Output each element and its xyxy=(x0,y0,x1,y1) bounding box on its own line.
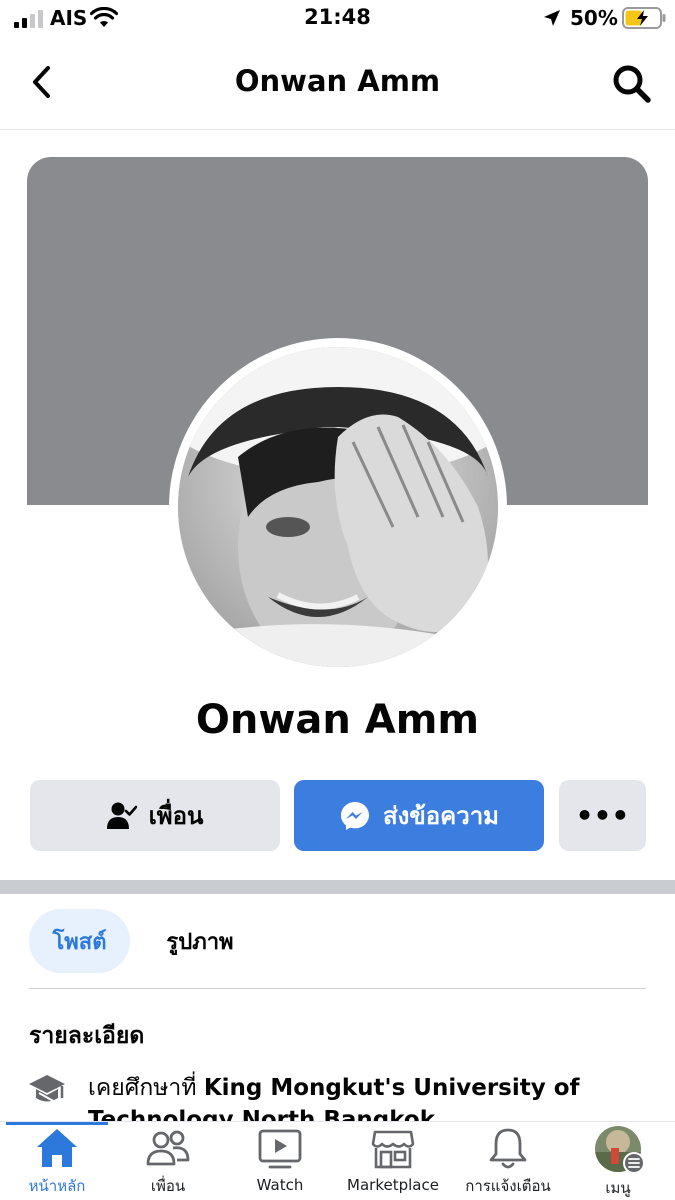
menu-hamburger-icon xyxy=(623,1152,645,1174)
bottom-tab-home-label: หน้าหลัก xyxy=(28,1177,86,1195)
bottom-tab-menu[interactable]: เมนู xyxy=(585,1126,651,1198)
messenger-icon xyxy=(340,801,369,830)
tab-divider xyxy=(29,988,646,989)
more-options-button[interactable]: ••• xyxy=(559,780,646,851)
friends-button-label: เพื่อน xyxy=(148,802,204,830)
bottom-tab-friends-label: เพื่อน xyxy=(150,1177,186,1195)
battery-charging-icon xyxy=(622,7,666,29)
education-prefix: เคยศึกษาที่ xyxy=(88,1075,204,1101)
bottom-tab-bar: หน้าหลัก เพื่อน Watch Marketplace การแจ้… xyxy=(0,1121,675,1200)
tab-posts[interactable]: โพสต์ xyxy=(29,909,130,973)
active-tab-indicator xyxy=(6,1122,108,1125)
bottom-tab-notifications-label: การแจ้งเตือน xyxy=(465,1177,551,1195)
message-button-label: ส่งข้อความ xyxy=(382,802,499,830)
friend-check-icon xyxy=(106,802,137,829)
profile-photo-image xyxy=(178,347,498,667)
bottom-tab-watch-label: Watch xyxy=(256,1176,304,1194)
battery-percent: 50% xyxy=(570,6,618,30)
watch-icon xyxy=(258,1129,302,1169)
tab-photos[interactable]: รูปภาพ xyxy=(140,909,260,973)
bottom-tab-notifications[interactable]: การแจ้งเตือน xyxy=(458,1126,558,1198)
profile-name: Onwan Amm xyxy=(195,697,480,743)
friends-button[interactable]: เพื่อน xyxy=(30,780,280,851)
graduation-cap-icon xyxy=(29,1075,65,1103)
page-title: Onwan Amm xyxy=(234,64,441,98)
bottom-tab-watch[interactable]: Watch xyxy=(240,1126,320,1198)
menu-avatar-icon xyxy=(595,1126,645,1174)
more-dots-icon: ••• xyxy=(575,799,630,832)
friends-icon xyxy=(146,1130,190,1166)
status-bar: AIS 21:48 50% xyxy=(0,0,675,40)
bell-icon xyxy=(489,1128,527,1169)
search-button[interactable] xyxy=(608,62,656,106)
details-heading: รายละเอียด xyxy=(29,1023,145,1049)
profile-picture[interactable] xyxy=(178,347,498,667)
bottom-tab-home[interactable]: หน้าหลัก xyxy=(18,1126,96,1198)
bottom-tab-marketplace-label: Marketplace xyxy=(347,1176,439,1194)
section-divider xyxy=(0,880,675,894)
bottom-tab-menu-label: เมนู xyxy=(605,1179,631,1197)
nav-header: Onwan Amm xyxy=(0,40,675,130)
bottom-tab-marketplace[interactable]: Marketplace xyxy=(340,1126,446,1198)
location-arrow-icon xyxy=(544,10,560,26)
home-icon xyxy=(37,1129,77,1167)
marketplace-icon xyxy=(371,1130,415,1169)
message-button[interactable]: ส่งข้อความ xyxy=(294,780,544,851)
bottom-tab-friends[interactable]: เพื่อน xyxy=(128,1126,208,1198)
search-icon xyxy=(613,65,651,103)
